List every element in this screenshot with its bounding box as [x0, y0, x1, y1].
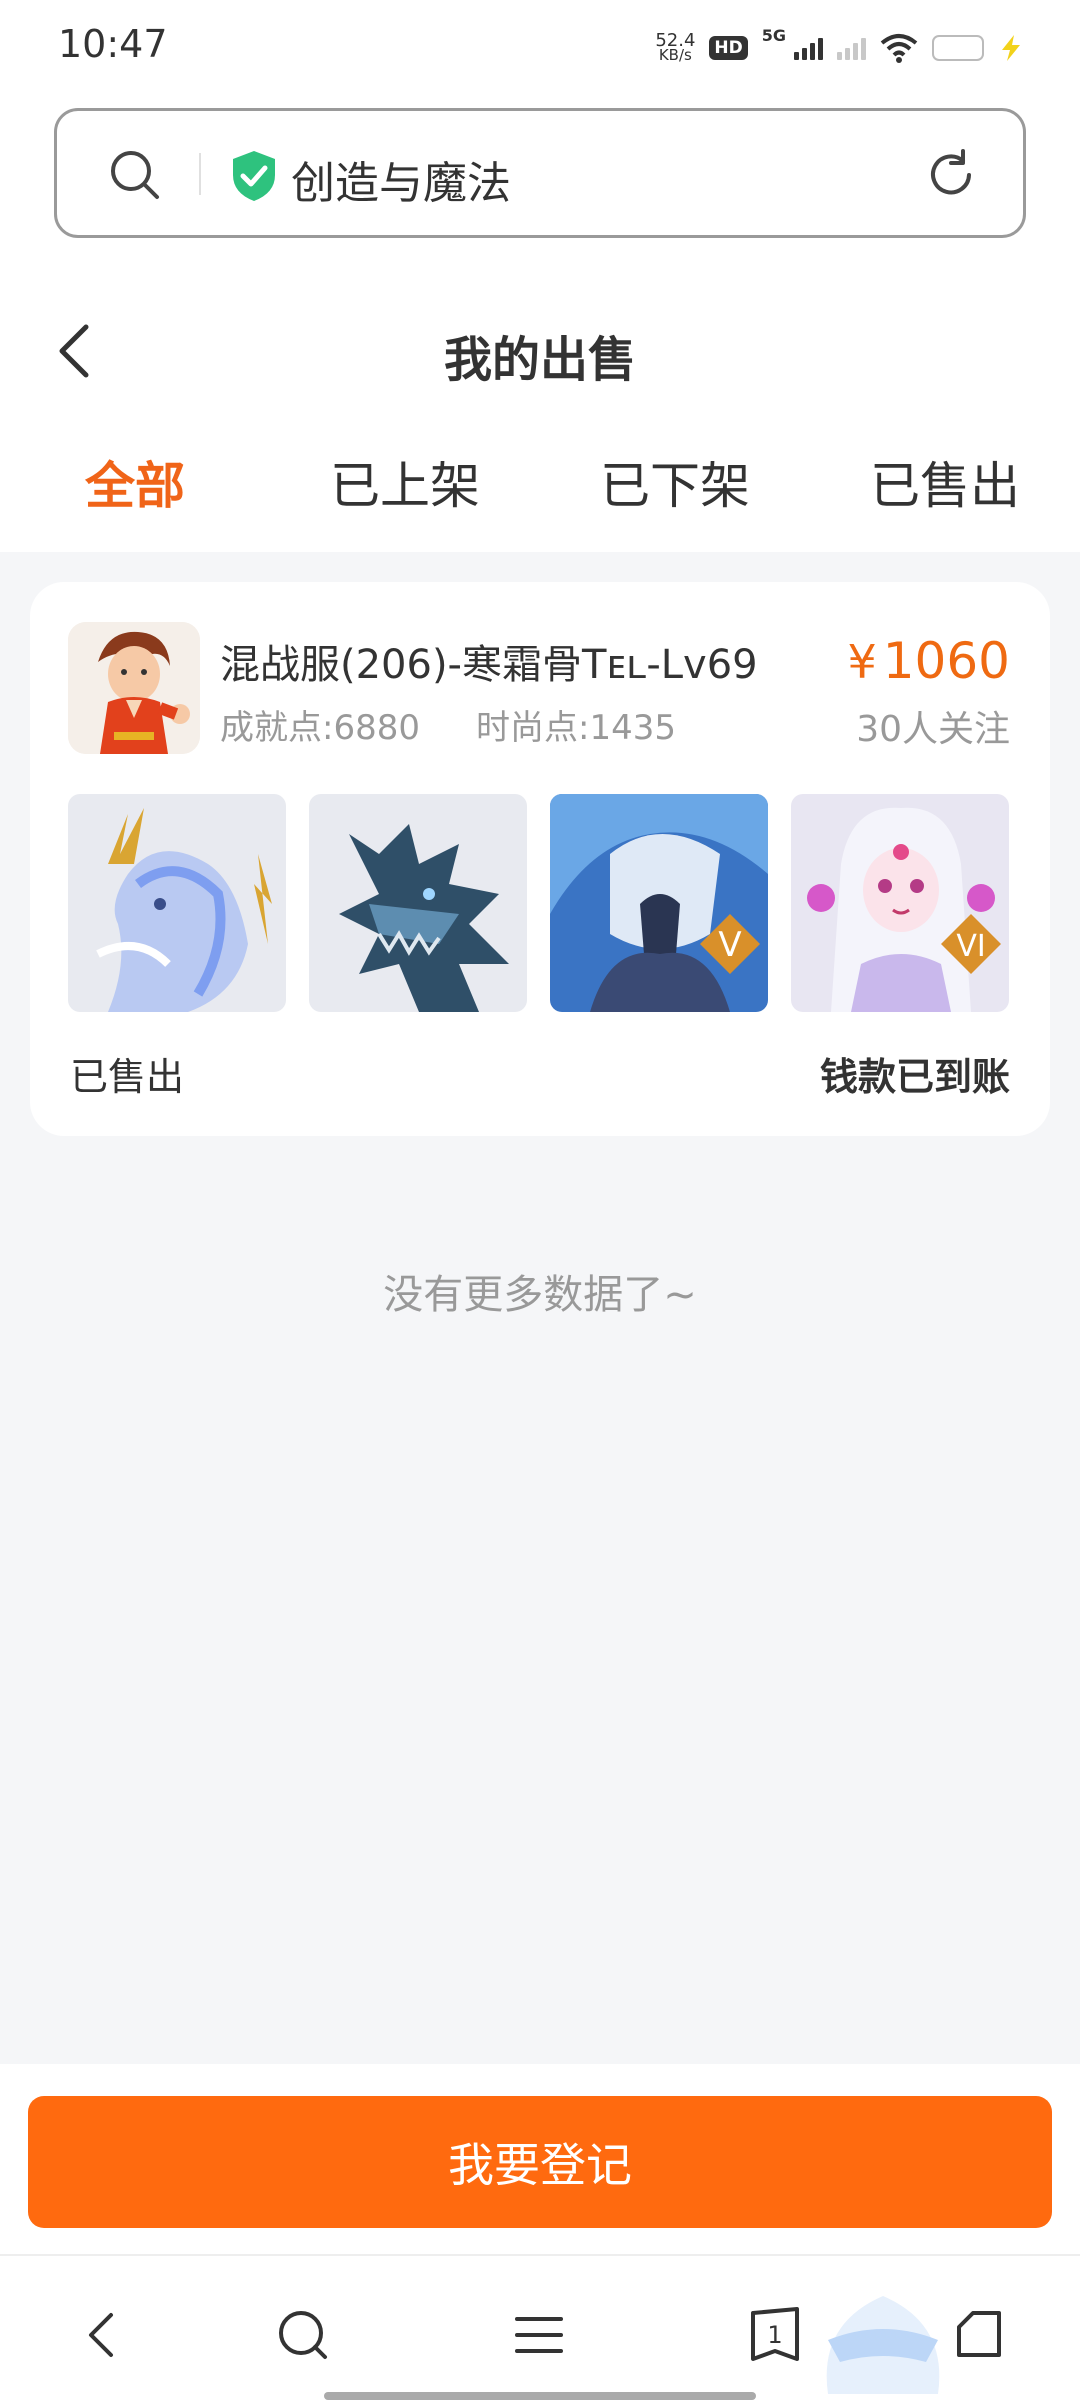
tier-badge-vi: VI — [956, 929, 985, 964]
tabs-icon: 1 — [751, 2307, 799, 2361]
status-time: 10:47 — [58, 22, 168, 66]
wifi-icon — [880, 34, 918, 63]
page-header: 我的出售 全部 已上架 已下架 已售出 — [0, 276, 1080, 552]
tab-count: 1 — [767, 2321, 782, 2349]
payment-status: 钱款已到账 — [819, 1055, 1010, 1099]
no-more-data-text: 没有更多数据了~ — [383, 1272, 697, 1318]
address-bar-container: 创造与魔法 — [0, 96, 1080, 276]
signal-secondary-icon — [837, 36, 866, 60]
address-bar[interactable]: 创造与魔法 — [54, 108, 1026, 238]
listing-price: ¥1060 — [847, 632, 1010, 690]
tab-delisted[interactable]: 已下架 — [540, 446, 810, 526]
battery-icon — [932, 35, 984, 61]
thumbnail-armored-hero[interactable]: V — [550, 794, 768, 1012]
tab-all[interactable]: 全部 — [0, 446, 270, 526]
home-indicator — [324, 2392, 756, 2400]
status-bar: 10:47 52.4 KB/s HD 5G — [0, 0, 1080, 96]
shield-check-icon — [229, 149, 279, 207]
floating-assistant-icon[interactable] — [808, 2284, 958, 2394]
currency-symbol: ¥ — [847, 635, 877, 689]
address-site-name[interactable]: 创造与魔法 — [291, 147, 511, 211]
nav-menu-button[interactable] — [504, 2300, 574, 2370]
hd-icon: HD — [709, 36, 748, 60]
nav-tabs-button[interactable]: 1 — [740, 2300, 810, 2370]
nav-back-button[interactable] — [66, 2300, 136, 2370]
signal-icon — [794, 36, 823, 60]
price-value: 1060 — [882, 632, 1010, 690]
search-icon[interactable] — [107, 147, 163, 207]
thumbnail-white-hair-doll[interactable]: VI — [791, 794, 1009, 1012]
achievement-points: 成就点:6880 — [220, 708, 420, 748]
home-icon — [957, 2311, 1001, 2357]
tab-sold[interactable]: 已售出 — [810, 446, 1080, 526]
fashion-points: 时尚点:1435 — [475, 708, 676, 748]
charging-icon — [1002, 35, 1020, 61]
tab-listed[interactable]: 已上架 — [270, 446, 540, 526]
tab-bar: 全部 已上架 已下架 已售出 — [0, 446, 1080, 526]
avatar — [68, 622, 200, 754]
status-icons: 52.4 KB/s HD 5G — [655, 26, 1024, 70]
search-icon — [279, 2311, 327, 2359]
bottom-action-panel: 我要登记 — [0, 2064, 1080, 2254]
listing-title[interactable]: 混战服(206)-寒霜骨Tᴇʟ-Lv69 — [220, 632, 758, 690]
tier-badge-v: V — [718, 925, 741, 965]
page-title: 我的出售 — [443, 332, 636, 388]
network-speed-unit: KB/s — [658, 46, 692, 64]
address-divider — [199, 153, 201, 195]
back-icon — [89, 2313, 113, 2357]
watcher-count: 30人关注 — [856, 709, 1010, 750]
thumbnail-lightning-horse[interactable] — [68, 794, 286, 1012]
sale-status: 已售出 — [70, 1055, 185, 1099]
menu-icon — [515, 2317, 563, 2353]
thumbnail-frost-dragon[interactable] — [309, 794, 527, 1012]
network-speed: 52.4 KB/s — [655, 32, 695, 64]
listing-card[interactable]: 混战服(206)-寒霜骨Tᴇʟ-Lv69 成就点:6880 时尚点:1435 ¥1… — [30, 582, 1050, 1136]
nav-search-button[interactable] — [268, 2300, 338, 2370]
page: 10:47 52.4 KB/s HD 5G 创造与魔法 我的出售 全部 已上架 … — [0, 0, 1080, 2404]
register-button[interactable]: 我要登记 — [28, 2096, 1052, 2228]
refresh-icon[interactable] — [923, 147, 979, 207]
5g-label: 5G — [761, 26, 786, 45]
listing-stats: 成就点:6880 时尚点:1435 — [220, 700, 676, 749]
thumbnail-row: V VI — [68, 794, 1009, 1012]
